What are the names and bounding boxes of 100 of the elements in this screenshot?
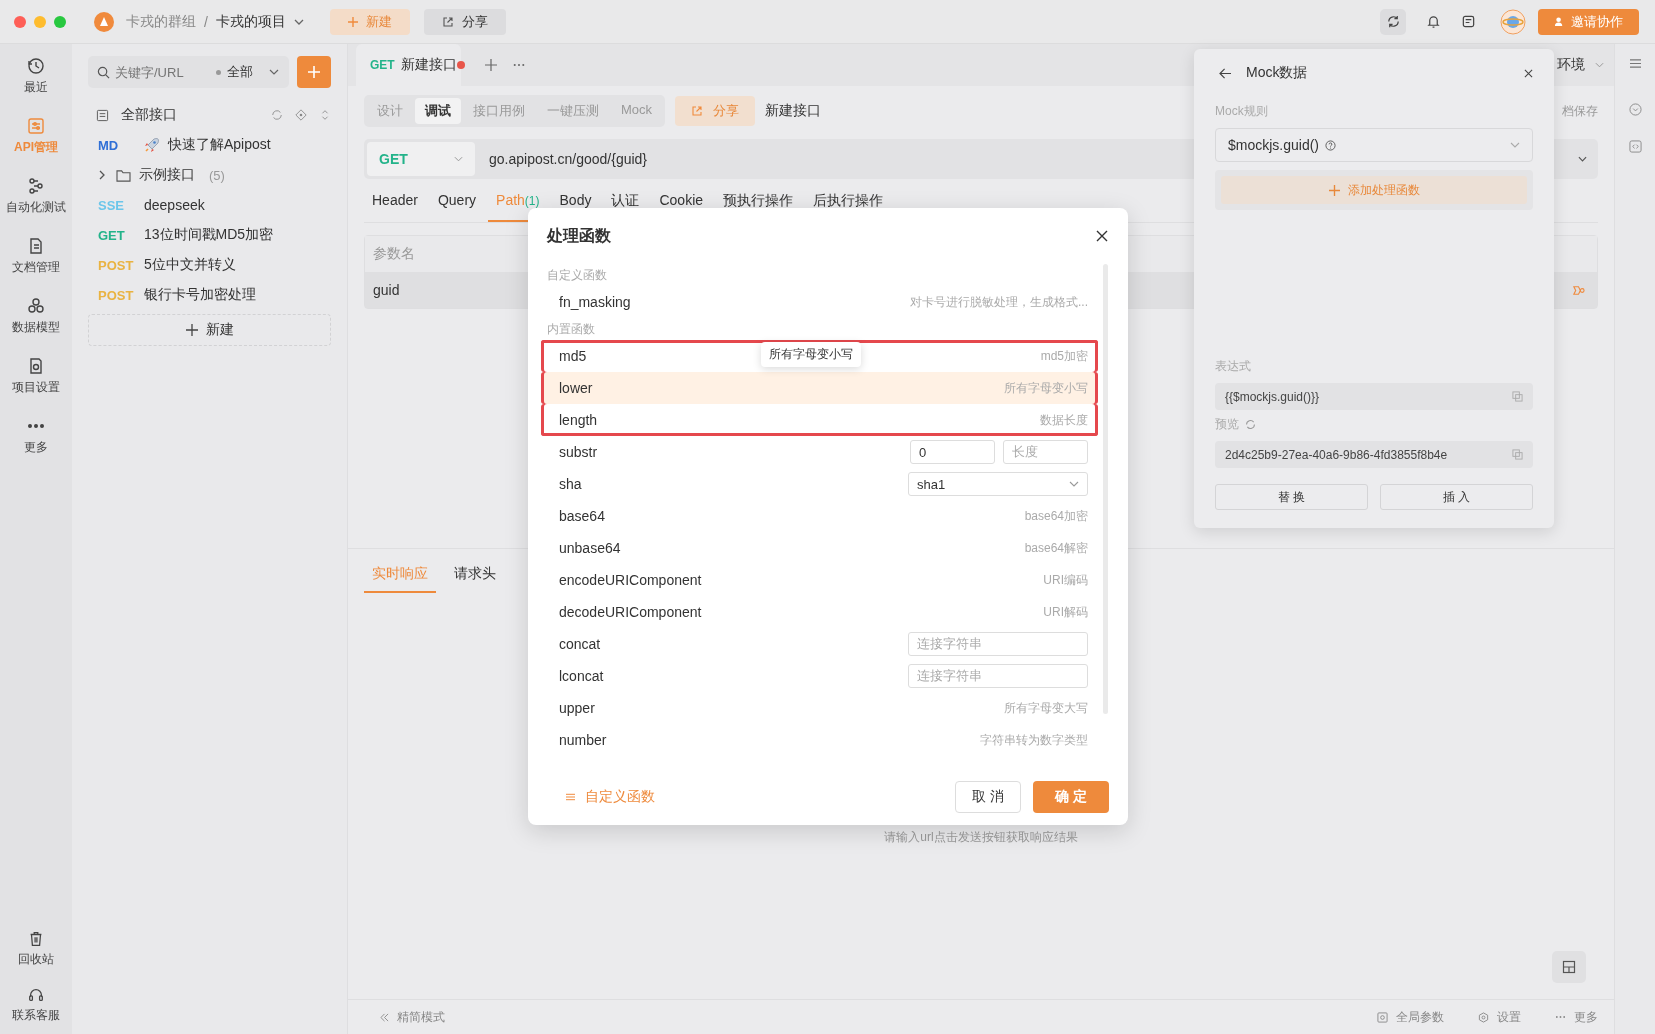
- url-input[interactable]: go.apipost.cn/good/{guid}: [489, 151, 648, 167]
- api-name[interactable]: 银行卡号加密处理: [144, 286, 256, 304]
- rail-item[interactable]: 最近: [6, 56, 66, 96]
- layout-button[interactable]: [1552, 951, 1586, 983]
- param-tab[interactable]: Query: [429, 183, 485, 222]
- more-icon[interactable]: [512, 63, 525, 67]
- tooltip: 所有字母变小写: [761, 342, 861, 367]
- menu-icon[interactable]: [1628, 58, 1642, 69]
- share-icon: [441, 15, 454, 28]
- locate-icon[interactable]: [295, 109, 307, 121]
- list-icon: [96, 108, 109, 122]
- response-tab[interactable]: 请求头: [446, 559, 504, 593]
- copy-icon[interactable]: [1512, 449, 1523, 460]
- close-icon[interactable]: [1524, 68, 1533, 78]
- empty-message: 请输入url点击发送按钮获取响应结果: [883, 829, 1079, 846]
- layout-icon: [1562, 960, 1576, 974]
- plus-icon: [307, 65, 321, 79]
- settings-icon: [1478, 1011, 1489, 1023]
- rail-item[interactable]: 自动化测试: [6, 176, 66, 216]
- rail-item[interactable]: 更多: [6, 416, 66, 456]
- rule-dropdown[interactable]: $mockjs.guid(): [1215, 128, 1533, 162]
- method-label: POST: [98, 257, 135, 273]
- api-name[interactable]: 13位时间戳MD5加密: [144, 226, 274, 244]
- breadcrumb-separator: /: [204, 13, 208, 30]
- cancel-button[interactable]: 取 消: [955, 780, 1022, 813]
- function-row[interactable]: concat 连接字符串: [541, 628, 1098, 660]
- collapse-icon[interactable]: [319, 109, 331, 121]
- method-label: POST: [98, 287, 135, 303]
- function-row[interactable]: fn_masking 对卡号进行脱敏处理，生成格式...: [541, 286, 1098, 318]
- refresh-icon[interactable]: [271, 109, 283, 121]
- api-name[interactable]: 快速了解Apipost: [168, 136, 271, 154]
- chevron-icon: [1510, 142, 1520, 148]
- chevron-icon[interactable]: [1578, 156, 1587, 162]
- request-tab[interactable]: GET 新建接口: [356, 44, 461, 86]
- share-button[interactable]: 分享: [423, 8, 506, 35]
- copy-icon[interactable]: [1512, 391, 1523, 402]
- help-icon: [1325, 139, 1337, 151]
- rail-item[interactable]: 回收站: [18, 930, 54, 968]
- double-chevron-icon: [380, 1012, 389, 1022]
- check-circle-icon[interactable]: [1628, 103, 1642, 116]
- rail-item[interactable]: 联系客服: [12, 986, 60, 1024]
- mock-icon[interactable]: [1572, 283, 1585, 297]
- item-count: (5): [209, 167, 225, 183]
- replace-button[interactable]: 替 换: [1215, 484, 1368, 510]
- chevron-icon[interactable]: [98, 170, 106, 180]
- note-icon[interactable]: [1461, 14, 1476, 29]
- function-row[interactable]: sha sha1: [541, 468, 1098, 500]
- sync-button[interactable]: [1380, 8, 1406, 35]
- expression-field[interactable]: {{$mockjs.guid()}}: [1215, 383, 1533, 410]
- method-label: MD: [98, 137, 120, 153]
- add-tab-icon[interactable]: [484, 59, 497, 71]
- add-button[interactable]: [297, 56, 331, 88]
- headset-icon: [27, 986, 45, 1004]
- algorithm-dropdown[interactable]: sha1: [908, 472, 1088, 496]
- param-tab[interactable]: Header: [364, 183, 426, 222]
- function-row[interactable]: lconcat 连接字符串: [541, 660, 1098, 692]
- filter-dropdown[interactable]: 全部: [212, 56, 289, 88]
- panel-title: Mock数据: [1246, 64, 1308, 82]
- close-icon[interactable]: [1096, 230, 1108, 242]
- avatar-icon[interactable]: [1500, 8, 1526, 35]
- code-icon[interactable]: [1628, 140, 1642, 153]
- rail-item[interactable]: 文档管理: [6, 236, 66, 276]
- rail-item[interactable]: 数据模型: [6, 296, 66, 336]
- function-row[interactable]: encodeURIComponent URI编码: [541, 564, 1098, 596]
- tree-root[interactable]: 全部接口: [121, 106, 259, 124]
- circles-icon: [26, 296, 46, 316]
- search-field[interactable]: 关键字/URL: [88, 56, 212, 88]
- back-icon[interactable]: [1219, 67, 1232, 79]
- function-row[interactable]: lower 所有字母变小写: [541, 372, 1098, 404]
- rocket-icon: [144, 137, 160, 153]
- api-name[interactable]: deepseek: [144, 197, 205, 213]
- chevron-icon: [1595, 62, 1604, 68]
- caret-icon[interactable]: [293, 18, 304, 25]
- api-name[interactable]: 5位中文并转义: [144, 256, 236, 274]
- environment-dropdown[interactable]: 环境: [1557, 50, 1604, 80]
- share-icon: [691, 105, 704, 117]
- function-row[interactable]: upper 所有字母变大写: [541, 692, 1098, 724]
- rail-item[interactable]: 项目设置: [6, 356, 66, 396]
- folder-icon: [116, 168, 131, 182]
- insert-button[interactable]: 插 入: [1380, 484, 1533, 510]
- function-row[interactable]: base64 base64加密: [541, 500, 1098, 532]
- start-field[interactable]: 0: [910, 440, 995, 464]
- chevron-icon: [269, 69, 279, 75]
- maximize-button[interactable]: [54, 15, 66, 28]
- close-button[interactable]: [14, 15, 26, 28]
- search-icon: [97, 66, 110, 79]
- mode-tab[interactable]: 调试: [415, 98, 461, 124]
- function-row[interactable]: length 数据长度: [541, 404, 1098, 436]
- refresh-icon[interactable]: [1245, 419, 1256, 430]
- function-row[interactable]: substr 0 长度: [541, 436, 1098, 468]
- new-api-button[interactable]: 新建: [88, 314, 331, 346]
- function-row[interactable]: unbase64 base64解密: [541, 532, 1098, 564]
- project-name[interactable]: 卡戎的项目: [215, 12, 286, 31]
- function-row[interactable]: decodeURIComponent URI解码: [541, 596, 1098, 628]
- plus-icon: [347, 16, 358, 27]
- function-row[interactable]: number 字符串转为数字类型: [541, 724, 1098, 756]
- table-cell: guid: [373, 282, 400, 298]
- preview-field[interactable]: 2d4c25b9-27ea-40a6-9b86-4fd3855f8b4e: [1215, 441, 1533, 468]
- folder-name[interactable]: 示例接口: [139, 166, 195, 184]
- bell-icon[interactable]: [1426, 14, 1441, 29]
